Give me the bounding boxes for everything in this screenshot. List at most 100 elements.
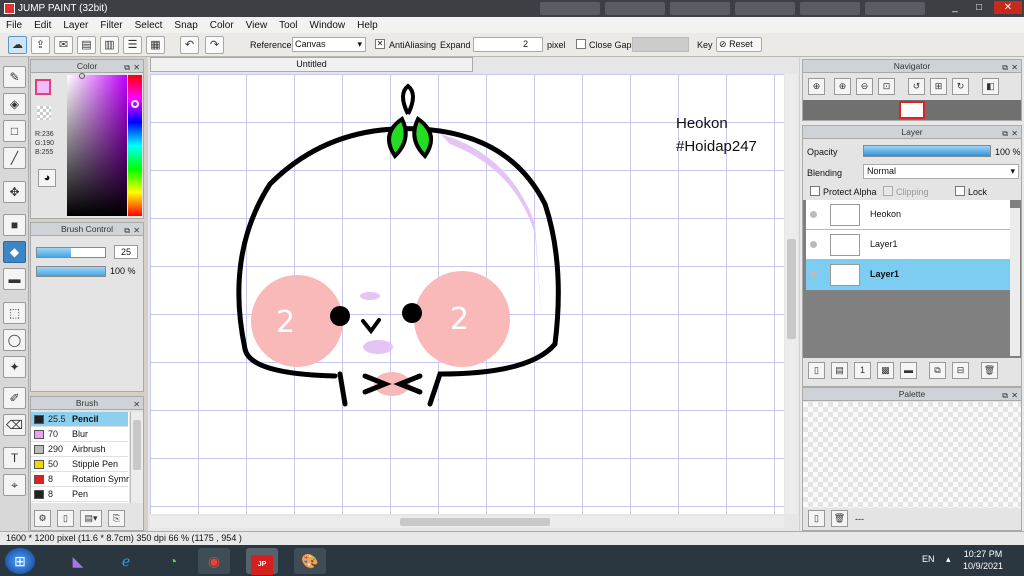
menu-tool[interactable]: Tool — [273, 20, 303, 31]
menu-filter[interactable]: Filter — [94, 20, 128, 31]
popout-icon[interactable]: ⧉ — [1002, 61, 1008, 74]
hue-slider-handle[interactable] — [131, 100, 139, 108]
menu-file[interactable]: File — [0, 20, 28, 31]
halftone-layer-icon[interactable]: ▩ — [877, 362, 894, 379]
brush-item[interactable]: 290 Airbrush — [31, 442, 128, 457]
close-icon[interactable]: ✕ — [133, 224, 140, 237]
undo-icon[interactable]: ↶ — [180, 36, 199, 54]
antialiasing-checkbox[interactable]: ✕ — [375, 39, 385, 49]
line-tool-icon[interactable]: ╱ — [3, 147, 26, 169]
start-button-icon[interactable]: ⊞ — [5, 548, 35, 574]
layer-row[interactable]: Layer1 — [806, 260, 1010, 290]
close-icon[interactable]: ✕ — [133, 61, 140, 74]
delete-palette-icon[interactable]: 🗑 — [831, 510, 848, 527]
brush-copy-icon[interactable]: ⎘ — [108, 510, 125, 527]
duplicate-layer-icon[interactable]: ⧉ — [929, 362, 946, 379]
menu-window[interactable]: Window — [304, 20, 352, 31]
close-button[interactable]: ✕ — [994, 1, 1022, 14]
lock-checkbox[interactable] — [955, 186, 965, 196]
layer-opacity-slider[interactable] — [863, 145, 991, 157]
background-window-tab[interactable] — [735, 2, 795, 15]
foreground-color-swatch[interactable] — [35, 79, 51, 95]
background-window-tab[interactable] — [800, 2, 860, 15]
scrollbar-thumb[interactable] — [133, 420, 141, 470]
popout-icon[interactable]: ⧉ — [124, 61, 130, 74]
menu-edit[interactable]: Edit — [28, 20, 57, 31]
brush-opacity-slider[interactable] — [36, 266, 106, 277]
navigator-preview[interactable] — [803, 100, 1021, 120]
new-layer-1bit-icon[interactable]: 1 — [854, 362, 871, 379]
blending-select[interactable]: Normal ▾ — [863, 164, 1019, 179]
menu-layer[interactable]: Layer — [57, 20, 94, 31]
zoom-fit-icon[interactable]: ⊕ — [808, 78, 825, 95]
protect-alpha-checkbox[interactable] — [810, 186, 820, 196]
bucket-fill-icon[interactable]: ◆ — [3, 241, 26, 263]
new-layer-8bit-icon[interactable]: ▤ — [831, 362, 848, 379]
coccoc-browser-icon[interactable]: ◔ — [157, 548, 189, 574]
reset-button[interactable]: ⊘ Reset — [716, 37, 762, 52]
delete-layer-icon[interactable]: 🗑 — [981, 362, 998, 379]
eyedropper-icon[interactable]: ⌖ — [3, 474, 26, 496]
hue-slider[interactable] — [128, 75, 142, 216]
new-palette-icon[interactable]: ▯ — [808, 510, 825, 527]
flip-icon[interactable]: ◧ — [982, 78, 999, 95]
brush-list-scrollbar[interactable] — [130, 412, 143, 503]
scrollbar-thumb[interactable] — [787, 239, 796, 339]
reference-select[interactable]: Canvas ▾ — [292, 37, 366, 52]
upload-icon[interactable]: ⇪ — [31, 36, 50, 54]
rectangle-select-icon[interactable]: □ — [3, 120, 26, 142]
new-brush-icon[interactable]: ▯ — [57, 510, 74, 527]
internet-explorer-icon[interactable]: ℯ — [110, 548, 142, 574]
merge-layer-icon[interactable]: ⊟ — [952, 362, 969, 379]
fill-shape-icon[interactable]: ■ — [3, 214, 26, 236]
gradient-tool-icon[interactable]: ▬ — [3, 268, 26, 290]
color-picker-cursor[interactable] — [79, 73, 85, 79]
navigator-viewport[interactable] — [899, 101, 925, 119]
drawing-canvas[interactable]: 2 2 Heokon #Hoidap247 — [150, 74, 784, 514]
minimize-button[interactable]: _ — [944, 1, 966, 14]
menu-view[interactable]: View — [240, 20, 274, 31]
saturation-value-picker[interactable] — [67, 75, 127, 216]
close-icon[interactable]: ✕ — [1011, 127, 1018, 140]
rotate-right-icon[interactable]: ↻ — [952, 78, 969, 95]
background-window-tab[interactable] — [670, 2, 730, 15]
clock[interactable]: 10:27 PM 10/9/2021 — [960, 548, 1006, 572]
new-layer-icon[interactable]: ▯ — [808, 362, 825, 379]
layer-list-scrollbar[interactable] — [1010, 208, 1020, 356]
brush-item[interactable]: 50 Stipple Pen — [31, 457, 128, 472]
brush-settings-icon[interactable]: ⚙ — [34, 510, 51, 527]
palette-icon[interactable]: ◕ — [38, 169, 56, 187]
menu-select[interactable]: Select — [129, 20, 169, 31]
popout-icon[interactable]: ⧉ — [124, 224, 130, 237]
visual-studio-icon[interactable]: ◣ — [62, 548, 94, 574]
list-icon[interactable]: ☰ — [123, 36, 142, 54]
new-folder-icon[interactable]: ▬ — [900, 362, 917, 379]
menu-snap[interactable]: Snap — [168, 20, 203, 31]
paint-app-icon[interactable]: 🎨 — [294, 548, 326, 574]
vertical-scrollbar[interactable] — [785, 74, 798, 514]
zoom-in-icon[interactable]: ⊕ — [834, 78, 851, 95]
background-window-tab[interactable] — [540, 2, 600, 15]
clipping-checkbox[interactable] — [883, 186, 893, 196]
rotate-left-icon[interactable]: ↺ — [908, 78, 925, 95]
layer-row[interactable]: Heokon — [806, 200, 1010, 230]
document-tab[interactable]: Untitled — [150, 57, 473, 72]
brush-item[interactable]: 8 Pen — [31, 487, 128, 502]
close-gaps-checkbox[interactable] — [576, 39, 586, 49]
cloud-icon[interactable]: ☁ — [8, 36, 27, 54]
brush-menu-icon[interactable]: ▤▾ — [80, 510, 102, 527]
background-window-tab[interactable] — [865, 2, 925, 15]
lasso-icon[interactable]: ◯ — [3, 329, 26, 351]
menu-color[interactable]: Color — [204, 20, 240, 31]
popout-icon[interactable]: ⧉ — [1002, 127, 1008, 140]
visibility-icon[interactable] — [810, 211, 817, 218]
select-pen-icon[interactable]: ✐ — [3, 387, 26, 409]
document-icon[interactable]: ▥ — [100, 36, 119, 54]
pen-tool-icon[interactable]: ✎ — [3, 66, 26, 88]
close-icon[interactable]: ✕ — [1011, 389, 1018, 402]
zoom-out-icon[interactable]: ⊖ — [856, 78, 873, 95]
expand-input[interactable]: 2 — [473, 37, 543, 52]
rotate-reset-icon[interactable]: ⊞ — [930, 78, 947, 95]
palette-swatches[interactable] — [803, 402, 1021, 508]
chrome-icon[interactable]: ◉ — [198, 548, 230, 574]
